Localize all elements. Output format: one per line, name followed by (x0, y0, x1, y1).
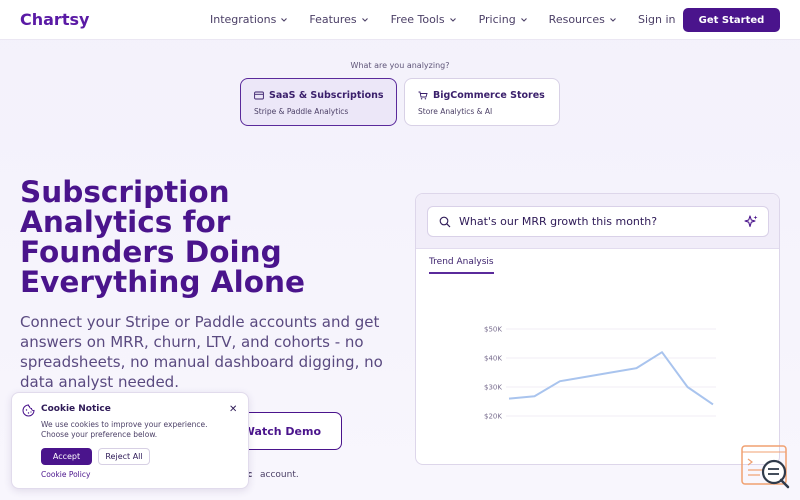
logo[interactable]: Chartsy (20, 10, 89, 29)
cookie-body-line: Choose your preference below. (41, 430, 158, 439)
hero-title-line: Founders Doing (20, 235, 282, 269)
support-chat-icon[interactable] (740, 444, 792, 490)
option-subtitle: Stripe & Paddle Analytics (254, 107, 349, 116)
chevron-down-icon (449, 17, 456, 22)
chart-series-line (508, 351, 714, 406)
analyzing-label: What are you analyzing? (350, 61, 450, 70)
chevron-down-icon (361, 17, 368, 22)
top-nav: Chartsy Integrations Features Free Tools… (0, 0, 800, 40)
sign-in-link[interactable]: Sign in (638, 13, 676, 26)
accept-button[interactable]: Accept (41, 448, 92, 465)
nav-item-pricing[interactable]: Pricing (479, 13, 528, 26)
reject-all-button[interactable]: Reject All (98, 448, 150, 465)
option-subtitle: Store Analytics & AI (418, 107, 493, 116)
hero-title-line: Analytics for (20, 205, 231, 239)
nav-item-label: Features (309, 13, 357, 26)
option-saas-subscriptions[interactable]: SaaS & Subscriptions Stripe & Paddle Ana… (240, 78, 397, 126)
hero-subtitle: Connect your Stripe or Paddle accounts a… (20, 312, 395, 392)
cookie-body-line: We use cookies to improve your experienc… (41, 420, 208, 429)
option-title-row: BigCommerce Stores (418, 90, 559, 101)
nav-item-label: Free Tools (390, 13, 445, 26)
trend-chart: $50K $40K $30K $20K (484, 326, 716, 421)
card-icon (254, 91, 264, 100)
hero-subtitle-line: data analyst needed. (20, 373, 179, 391)
hero-subtitle-line: spreadsheets, no manual dashboard diggin… (20, 353, 383, 371)
close-icon[interactable]: ✕ (229, 404, 237, 415)
nav-item-integrations[interactable]: Integrations (210, 13, 288, 26)
cookie-policy-link[interactable]: Cookie Policy (41, 470, 90, 479)
option-title: SaaS & Subscriptions (269, 90, 384, 101)
chart-y-tick-label: $30K (484, 384, 502, 392)
nav-item-resources[interactable]: Resources (549, 13, 617, 26)
get-started-button[interactable]: Get Started (683, 8, 780, 32)
nav-item-free-tools[interactable]: Free Tools (391, 13, 457, 26)
nav-item-label: Integrations (210, 13, 277, 26)
hero-subtitle-line: answers on MRR, churn, LTV, and cohorts … (20, 333, 364, 351)
nav-links: Integrations Features Free Tools Pricing… (210, 13, 617, 26)
option-title-row: SaaS & Subscriptions (254, 90, 396, 101)
hero-title: Subscription Analytics for Founders Doin… (20, 177, 400, 297)
chart-y-tick-label: $50K (484, 326, 502, 334)
hero-title-line: Subscription (20, 175, 230, 209)
option-bigcommerce-stores[interactable]: BigCommerce Stores Store Analytics & AI (404, 78, 560, 126)
chevron-down-icon (520, 17, 527, 22)
nav-item-label: Pricing (478, 13, 516, 26)
cookie-notice: Cookie Notice ✕ We use cookies to improv… (11, 392, 249, 489)
nav-item-features[interactable]: Features (309, 13, 368, 26)
nav-item-label: Resources (548, 13, 605, 26)
cart-icon (418, 91, 428, 100)
chart-y-tick-label: $40K (484, 355, 502, 363)
cookie-title: Cookie Notice (41, 404, 111, 414)
hero-title-line: Everything Alone (20, 265, 305, 299)
chevron-down-icon (609, 17, 616, 22)
hero-subtitle-line: Connect your Stripe or Paddle accounts a… (20, 313, 380, 331)
option-title: BigCommerce Stores (433, 90, 545, 101)
cookie-icon (22, 404, 35, 417)
demo-card: What's our MRR growth this month? Trend … (415, 193, 780, 465)
chevron-down-icon (281, 17, 288, 22)
account-text: account. (260, 470, 299, 480)
cookie-body: We use cookies to improve your experienc… (41, 420, 241, 440)
chart-y-tick-label: $20K (484, 413, 502, 421)
